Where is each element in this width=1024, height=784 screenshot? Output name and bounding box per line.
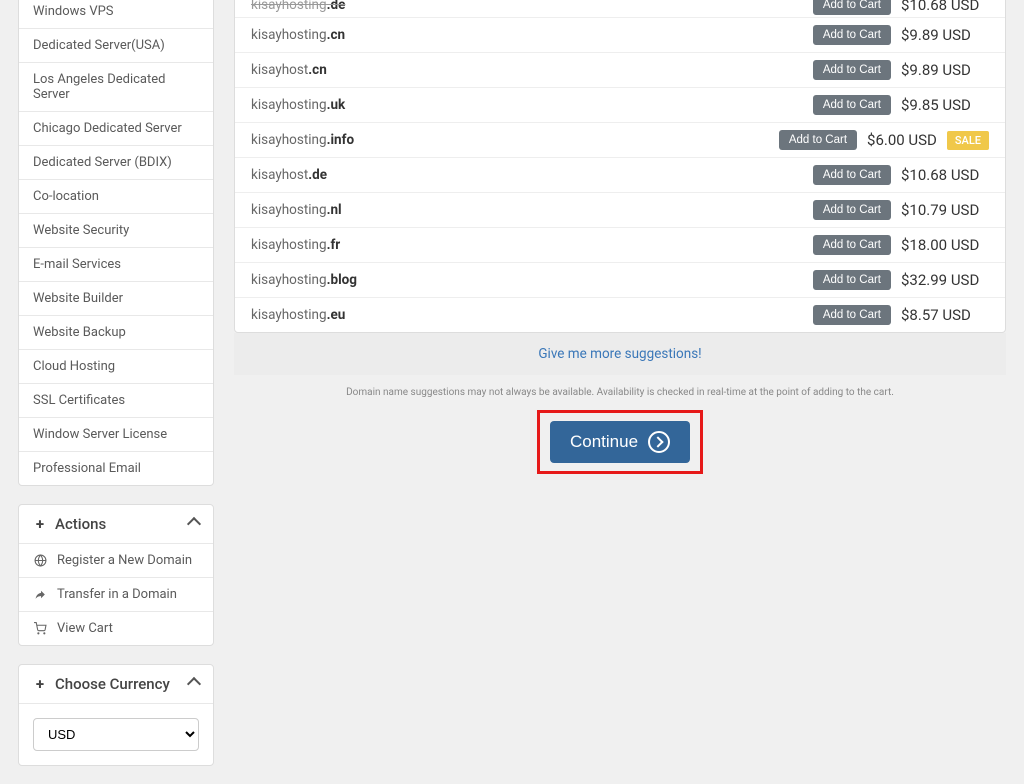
add-to-cart-button[interactable]: Add to Cart	[813, 165, 891, 185]
domain-row: kisayhosting.info Add to Cart $6.00 USD SAL…	[235, 123, 1005, 158]
sidebar-category-item[interactable]: Los Angeles Dedicated Server	[19, 63, 213, 112]
sidebar-category-item[interactable]: Window Server License	[19, 418, 213, 452]
domain-name: kisayhosting.uk	[251, 97, 803, 113]
sidebar-category-item[interactable]: SSL Certificates	[19, 384, 213, 418]
domain-name: kisayhosting.cn	[251, 27, 803, 43]
globe-icon	[33, 554, 47, 568]
sale-badge: SALE	[947, 131, 989, 150]
domain-row: kisayhosting.cn Add to Cart $9.89 USD	[235, 18, 1005, 53]
action-label: Register a New Domain	[57, 553, 192, 568]
domain-price: $9.85 USD	[901, 96, 989, 114]
add-to-cart-button[interactable]: Add to Cart	[813, 270, 891, 290]
domain-name: kisayhosting.fr	[251, 237, 803, 253]
domain-price: $8.57 USD	[901, 306, 989, 324]
domain-name: kisayhosting.info	[251, 132, 769, 148]
domain-price: $6.00 USD	[867, 131, 937, 149]
action-label: View Cart	[57, 621, 113, 636]
sidebar-category-item[interactable]: Chicago Dedicated Server	[19, 112, 213, 146]
continue-button[interactable]: Continue	[550, 421, 690, 463]
domain-row: kisayhosting.blog Add to Cart $32.99 USD	[235, 263, 1005, 298]
add-to-cart-button[interactable]: Add to Cart	[813, 305, 891, 325]
actions-title: Actions	[55, 515, 106, 533]
chevron-up-icon	[187, 517, 201, 531]
action-label: Transfer in a Domain	[57, 587, 177, 602]
action-item[interactable]: View Cart	[19, 612, 213, 645]
domain-price: $9.89 USD	[901, 61, 989, 79]
sidebar-category-item[interactable]: Professional Email	[19, 452, 213, 485]
add-to-cart-button[interactable]: Add to Cart	[813, 25, 891, 45]
action-item[interactable]: Transfer in a Domain	[19, 578, 213, 612]
more-suggestions[interactable]: Give me more suggestions!	[234, 333, 1006, 375]
domain-price: $18.00 USD	[901, 236, 989, 254]
continue-highlight: Continue	[537, 410, 703, 474]
domain-row: kisayhosting.eu Add to Cart $8.57 USD	[235, 298, 1005, 332]
action-item[interactable]: Register a New Domain	[19, 544, 213, 578]
domain-name: kisayhosting.nl	[251, 202, 803, 218]
disclaimer-text: Domain name suggestions may not always b…	[234, 375, 1006, 404]
domain-name: kisayhosting.blog	[251, 272, 803, 288]
add-to-cart-button[interactable]: Add to Cart	[813, 60, 891, 80]
sidebar-category-item[interactable]: Co-location	[19, 180, 213, 214]
add-to-cart-button[interactable]: Add to Cart	[779, 130, 857, 150]
domain-row: kisayhost.cn Add to Cart $9.89 USD	[235, 53, 1005, 88]
currency-select[interactable]: USD	[33, 718, 199, 751]
domain-name: kisayhost.de	[251, 167, 803, 183]
currency-header[interactable]: + Choose Currency	[19, 665, 213, 704]
domain-price: $10.79 USD	[901, 201, 989, 219]
sidebar-category-item[interactable]: E-mail Services	[19, 248, 213, 282]
sidebar-category-item[interactable]: Dedicated Server (BDIX)	[19, 146, 213, 180]
continue-label: Continue	[570, 432, 638, 452]
plus-icon: +	[33, 677, 47, 691]
domain-row: kisayhost.de Add to Cart $10.68 USD	[235, 158, 1005, 193]
domain-price: $32.99 USD	[901, 271, 989, 289]
domain-row: kisayhosting.fr Add to Cart $18.00 USD	[235, 228, 1005, 263]
domain-name: kisayhosting.eu	[251, 307, 803, 323]
plus-icon: +	[33, 517, 47, 531]
add-to-cart-button[interactable]: Add to Cart	[813, 0, 891, 15]
add-to-cart-button[interactable]: Add to Cart	[813, 200, 891, 220]
sidebar-category-item[interactable]: Windows VPS	[19, 0, 213, 29]
domain-name: kisayhost.cn	[251, 62, 803, 78]
domain-row: kisayhosting.uk Add to Cart $9.85 USD	[235, 88, 1005, 123]
sidebar-category-item[interactable]: Dedicated Server(USA)	[19, 29, 213, 63]
actions-header[interactable]: + Actions	[19, 505, 213, 544]
arrow-right-circle-icon	[648, 431, 670, 453]
sidebar-category-item[interactable]: Cloud Hosting	[19, 350, 213, 384]
sidebar-category-item[interactable]: Website Security	[19, 214, 213, 248]
domain-row: kisayhosting.nl Add to Cart $10.79 USD	[235, 193, 1005, 228]
currency-title: Choose Currency	[55, 675, 170, 693]
domain-row: kisayhosting.de Add to Cart $10.68 USD	[235, 0, 1005, 18]
domain-price: $10.68 USD	[901, 0, 989, 14]
sidebar-category-item[interactable]: Website Builder	[19, 282, 213, 316]
chevron-up-icon	[187, 677, 201, 691]
domain-price: $9.89 USD	[901, 26, 989, 44]
sidebar-category-item[interactable]: Website Backup	[19, 316, 213, 350]
domain-price: $10.68 USD	[901, 166, 989, 184]
add-to-cart-button[interactable]: Add to Cart	[813, 95, 891, 115]
add-to-cart-button[interactable]: Add to Cart	[813, 235, 891, 255]
cart-icon	[33, 622, 47, 636]
domain-name: kisayhosting.de	[251, 0, 803, 13]
share-icon	[33, 588, 47, 602]
